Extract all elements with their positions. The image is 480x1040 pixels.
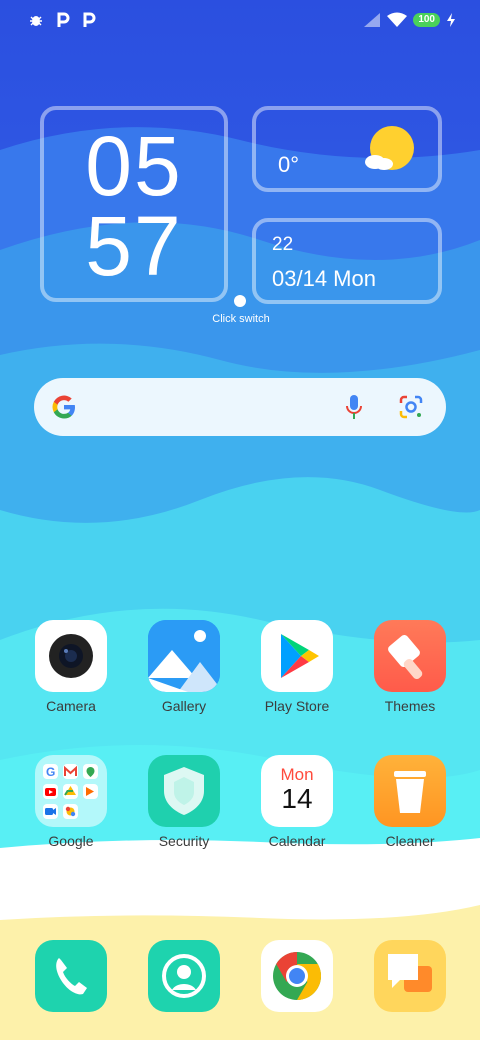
app-google-folder[interactable]: G Google xyxy=(16,755,126,849)
app-security[interactable]: Security xyxy=(129,755,239,849)
calendar-day-name: Mon xyxy=(280,765,314,784)
lens-icon[interactable] xyxy=(398,394,424,420)
p-icon xyxy=(57,12,70,27)
notification-icons xyxy=(28,12,96,28)
dock-phone[interactable] xyxy=(35,940,107,1012)
cleaner-icon xyxy=(374,755,446,827)
messages-icon xyxy=(388,954,432,992)
mic-icon[interactable] xyxy=(344,393,364,421)
app-play-store[interactable]: Play Store xyxy=(242,620,352,714)
google-icon xyxy=(52,395,75,419)
app-camera[interactable]: Camera xyxy=(16,620,126,714)
app-label: Google xyxy=(48,833,94,849)
dock-messages[interactable] xyxy=(374,940,446,1012)
calendar-day-number: 14 xyxy=(281,783,313,814)
security-icon xyxy=(148,755,220,827)
app-label: Play Store xyxy=(264,698,330,714)
play-store-icon xyxy=(261,620,333,692)
app-label: Calendar xyxy=(268,833,326,849)
calendar-icon: Mon 14 xyxy=(261,755,333,827)
app-label: Security xyxy=(158,833,210,849)
phone-icon xyxy=(56,958,87,995)
contacts-icon xyxy=(162,954,206,998)
clock-hours: 05 xyxy=(85,119,183,213)
gallery-icon xyxy=(148,620,220,692)
date-line-2: 03/14 Mon xyxy=(272,266,376,291)
app-cleaner[interactable]: Cleaner xyxy=(355,755,465,849)
date-widget[interactable]: 22 03/14 Mon xyxy=(252,218,442,304)
page-indicator-dot xyxy=(234,295,246,307)
google-search-bar[interactable] xyxy=(34,378,446,436)
app-label: Camera xyxy=(46,698,96,714)
sun-cloud-icon xyxy=(365,126,414,170)
clock-widget[interactable]: 05 57 xyxy=(40,106,228,302)
app-gallery[interactable]: Gallery xyxy=(129,620,239,714)
app-label: Gallery xyxy=(161,698,207,714)
date-line-1: 22 xyxy=(272,234,294,255)
svg-text:G: G xyxy=(46,765,55,779)
charging-icon xyxy=(447,13,455,27)
battery-icon: 100 xyxy=(413,13,440,27)
weather-temperature: 0° xyxy=(278,152,300,177)
click-switch-label[interactable]: Click switch xyxy=(200,313,282,325)
signal-icon xyxy=(364,13,381,27)
bug-icon xyxy=(30,16,42,26)
app-themes[interactable]: Themes xyxy=(355,620,465,714)
themes-icon xyxy=(374,620,446,692)
wifi-icon xyxy=(387,12,408,27)
dock-chrome[interactable] xyxy=(261,940,333,1012)
chrome-icon xyxy=(273,952,322,1000)
camera-icon xyxy=(35,620,107,692)
p-icon xyxy=(83,12,96,27)
status-bar: 100 xyxy=(0,10,480,34)
app-calendar[interactable]: Mon 14 Calendar xyxy=(242,755,352,849)
app-label: Themes xyxy=(384,698,436,714)
app-label: Cleaner xyxy=(385,833,435,849)
weather-widget[interactable]: 0° xyxy=(252,106,442,192)
clock-minutes: 57 xyxy=(85,199,183,293)
google-folder-icon: G xyxy=(35,755,107,827)
dock-contacts[interactable] xyxy=(148,940,220,1012)
